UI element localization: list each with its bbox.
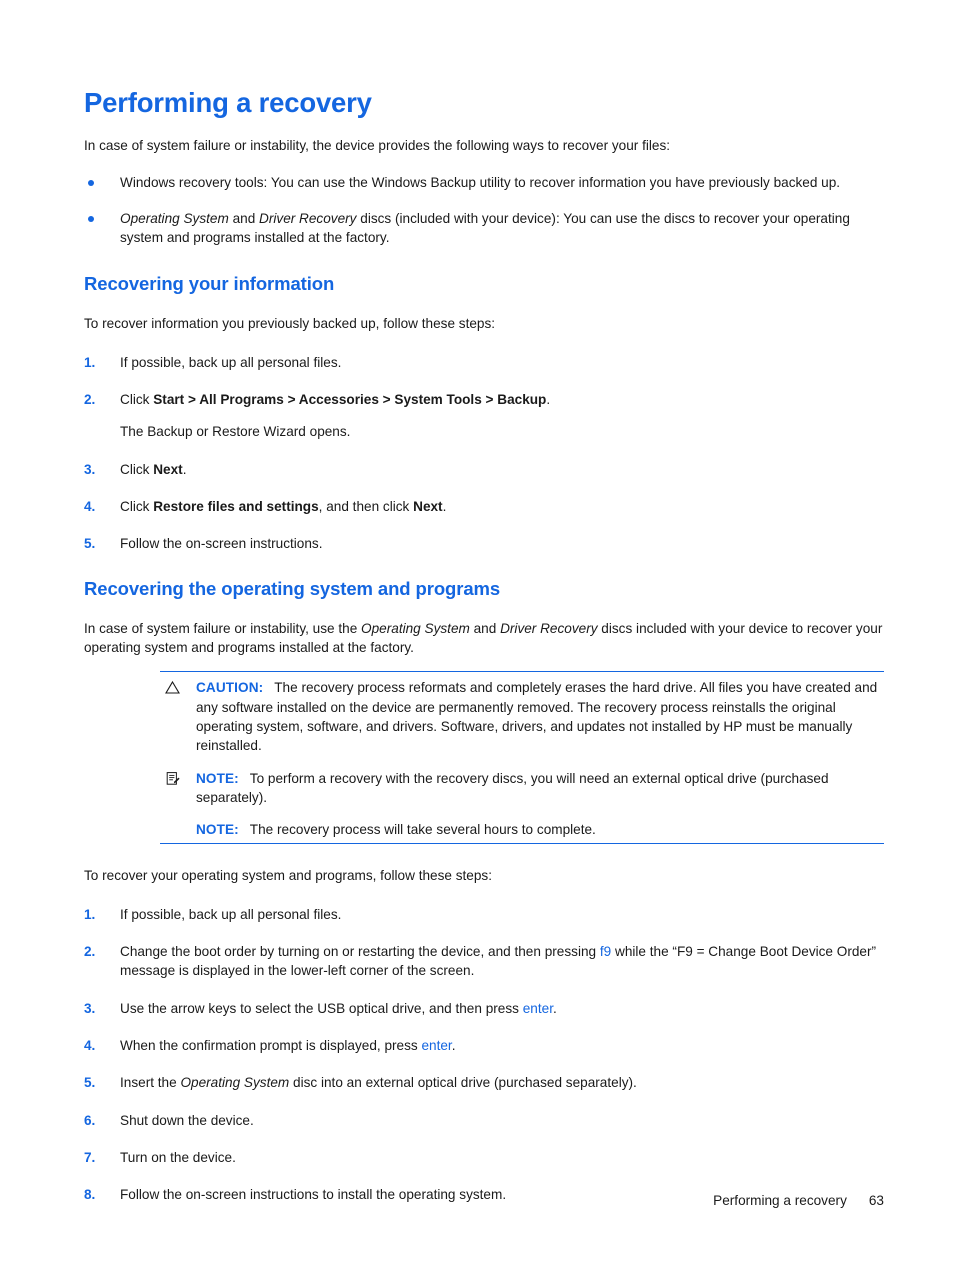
list-item: 3. Click Next. bbox=[84, 460, 884, 479]
recovering-os-intro: In case of system failure or instability… bbox=[84, 619, 884, 658]
bullet-dot-icon bbox=[88, 215, 94, 222]
list-item: 3. Use the arrow keys to select the USB … bbox=[84, 999, 884, 1018]
step-text-mid: , and then click bbox=[318, 498, 414, 514]
page-footer: Performing a recovery 63 bbox=[84, 1193, 884, 1208]
bullet-text: Windows recovery tools: You can use the … bbox=[120, 175, 841, 191]
step-text-pre: When the confirmation prompt is displaye… bbox=[120, 1037, 422, 1053]
intro-paragraph: In case of system failure or instability… bbox=[84, 138, 671, 153]
caution-label: CAUTION: bbox=[196, 680, 264, 696]
note-document-icon bbox=[164, 770, 181, 787]
list-item: Operating System and Driver Recovery dis… bbox=[84, 209, 884, 248]
step-number: 3. bbox=[84, 461, 96, 477]
step-text-post: . bbox=[182, 461, 187, 477]
note-admonition-2: NOTE: The recovery process will take seve… bbox=[160, 820, 884, 839]
step-number: 1. bbox=[84, 354, 96, 370]
step-result-text: The Backup or Restore Wizard opens. bbox=[120, 424, 351, 440]
recovering-os-steps-intro: To recover your operating system and pro… bbox=[84, 868, 493, 884]
document-page: Performing a recovery In case of system … bbox=[0, 0, 954, 1270]
step-text-bold: Next bbox=[153, 461, 183, 477]
step-text: If possible, back up all personal files. bbox=[120, 906, 342, 922]
step-text-post: . bbox=[552, 1000, 557, 1016]
footer-page-number: 63 bbox=[868, 1193, 884, 1208]
list-item: 1. If possible, back up all personal fil… bbox=[84, 353, 884, 372]
bullet-text-italic-1: Operating System bbox=[120, 210, 229, 226]
step-text-bold-2: Next bbox=[413, 498, 443, 514]
list-item: 5. Follow the on-screen instructions. bbox=[84, 534, 884, 553]
step-text-pre: Change the boot order by turning on or r… bbox=[120, 944, 600, 960]
step-number: 7. bbox=[84, 1149, 96, 1165]
step-number: 6. bbox=[84, 1112, 96, 1128]
page-content: In case of system failure or instability… bbox=[84, 136, 884, 1204]
intro-pre: In case of system failure or instability… bbox=[84, 620, 362, 636]
recovering-os-step-list: 1. If possible, back up all personal fil… bbox=[84, 905, 884, 1205]
list-item: 4. When the confirmation prompt is displ… bbox=[84, 1036, 884, 1055]
caution-triangle-icon bbox=[164, 679, 181, 696]
intro-bullet-list: Windows recovery tools: You can use the … bbox=[84, 173, 884, 247]
step-number: 5. bbox=[84, 536, 96, 552]
caution-admonition: CAUTION: The recovery process reformats a… bbox=[160, 678, 884, 755]
admonition-block: CAUTION: The recovery process reformats a… bbox=[160, 671, 884, 845]
step-number: 5. bbox=[84, 1075, 96, 1091]
intro-mid: and bbox=[469, 620, 501, 636]
step-text-pre: Click bbox=[120, 461, 154, 477]
step-text-pre: Click bbox=[120, 498, 154, 514]
note-label: NOTE: bbox=[196, 770, 239, 786]
step-text-post: . bbox=[451, 1037, 456, 1053]
note-admonition-1: NOTE: To perform a recovery with the reco… bbox=[160, 769, 884, 808]
list-item: 2. Click Start > All Programs > Accessor… bbox=[84, 390, 884, 409]
step-text-post: . bbox=[442, 498, 447, 514]
step-text-pre: Click bbox=[120, 392, 154, 408]
section-heading-recovering-os: Recovering the operating system and prog… bbox=[84, 577, 501, 599]
list-item: 7. Turn on the device. bbox=[84, 1148, 884, 1167]
step-text-post: . bbox=[546, 392, 551, 408]
list-item: 5. Insert the Operating System disc into… bbox=[84, 1073, 884, 1092]
step-text: Follow the on-screen instructions. bbox=[120, 536, 323, 552]
bullet-text-mid: and bbox=[228, 210, 260, 226]
key-reference-enter[interactable]: enter bbox=[421, 1038, 451, 1053]
intro-italic-1: Operating System bbox=[361, 620, 470, 636]
step-text: Shut down the device. bbox=[120, 1112, 254, 1128]
note-text: The recovery process will take several h… bbox=[249, 822, 596, 838]
recovering-information-intro: To recover information you previously ba… bbox=[84, 316, 496, 332]
intro-italic-2: Driver Recovery bbox=[500, 620, 598, 636]
section-heading-recovering-information: Recovering your information bbox=[84, 273, 335, 295]
list-item: Windows recovery tools: You can use the … bbox=[84, 173, 884, 192]
step-text-italic: Operating System bbox=[180, 1075, 290, 1091]
step-text: Turn on the device. bbox=[120, 1149, 236, 1165]
list-item: 1. If possible, back up all personal fil… bbox=[84, 905, 884, 924]
bullet-dot-icon bbox=[88, 180, 94, 187]
step-number: 4. bbox=[84, 498, 96, 514]
step-number: 3. bbox=[84, 1000, 96, 1016]
step-number: 2. bbox=[84, 392, 96, 408]
page-title: Performing a recovery bbox=[84, 87, 372, 118]
caution-text: The recovery process reformats and compl… bbox=[196, 680, 878, 754]
bullet-text-italic-2: Driver Recovery bbox=[259, 210, 357, 226]
list-item: 6. Shut down the device. bbox=[84, 1111, 884, 1130]
step-text-bold: Restore files and settings bbox=[153, 498, 319, 514]
step-number: 4. bbox=[84, 1037, 96, 1053]
step-number: 2. bbox=[84, 944, 96, 960]
step-number: 1. bbox=[84, 906, 96, 922]
key-reference-enter[interactable]: enter bbox=[523, 1001, 553, 1016]
list-item: 2. Change the boot order by turning on o… bbox=[84, 942, 884, 981]
note-text: To perform a recovery with the recovery … bbox=[196, 770, 829, 805]
recovering-information-step-list: 1. If possible, back up all personal fil… bbox=[84, 353, 884, 554]
step-text-bold: Start > All Programs > Accessories > Sys… bbox=[153, 392, 547, 408]
step-text: If possible, back up all personal files. bbox=[120, 354, 342, 370]
step-text-post: disc into an external optical drive (pur… bbox=[289, 1075, 637, 1091]
key-reference-f9[interactable]: f9 bbox=[600, 944, 611, 959]
step-text-pre: Insert the bbox=[120, 1075, 181, 1091]
step-text-pre: Use the arrow keys to select the USB opt… bbox=[120, 1000, 523, 1016]
footer-chapter-title: Performing a recovery bbox=[713, 1193, 847, 1208]
list-item: 4. Click Restore files and settings, and… bbox=[84, 497, 884, 516]
note-label: NOTE: bbox=[196, 822, 239, 838]
